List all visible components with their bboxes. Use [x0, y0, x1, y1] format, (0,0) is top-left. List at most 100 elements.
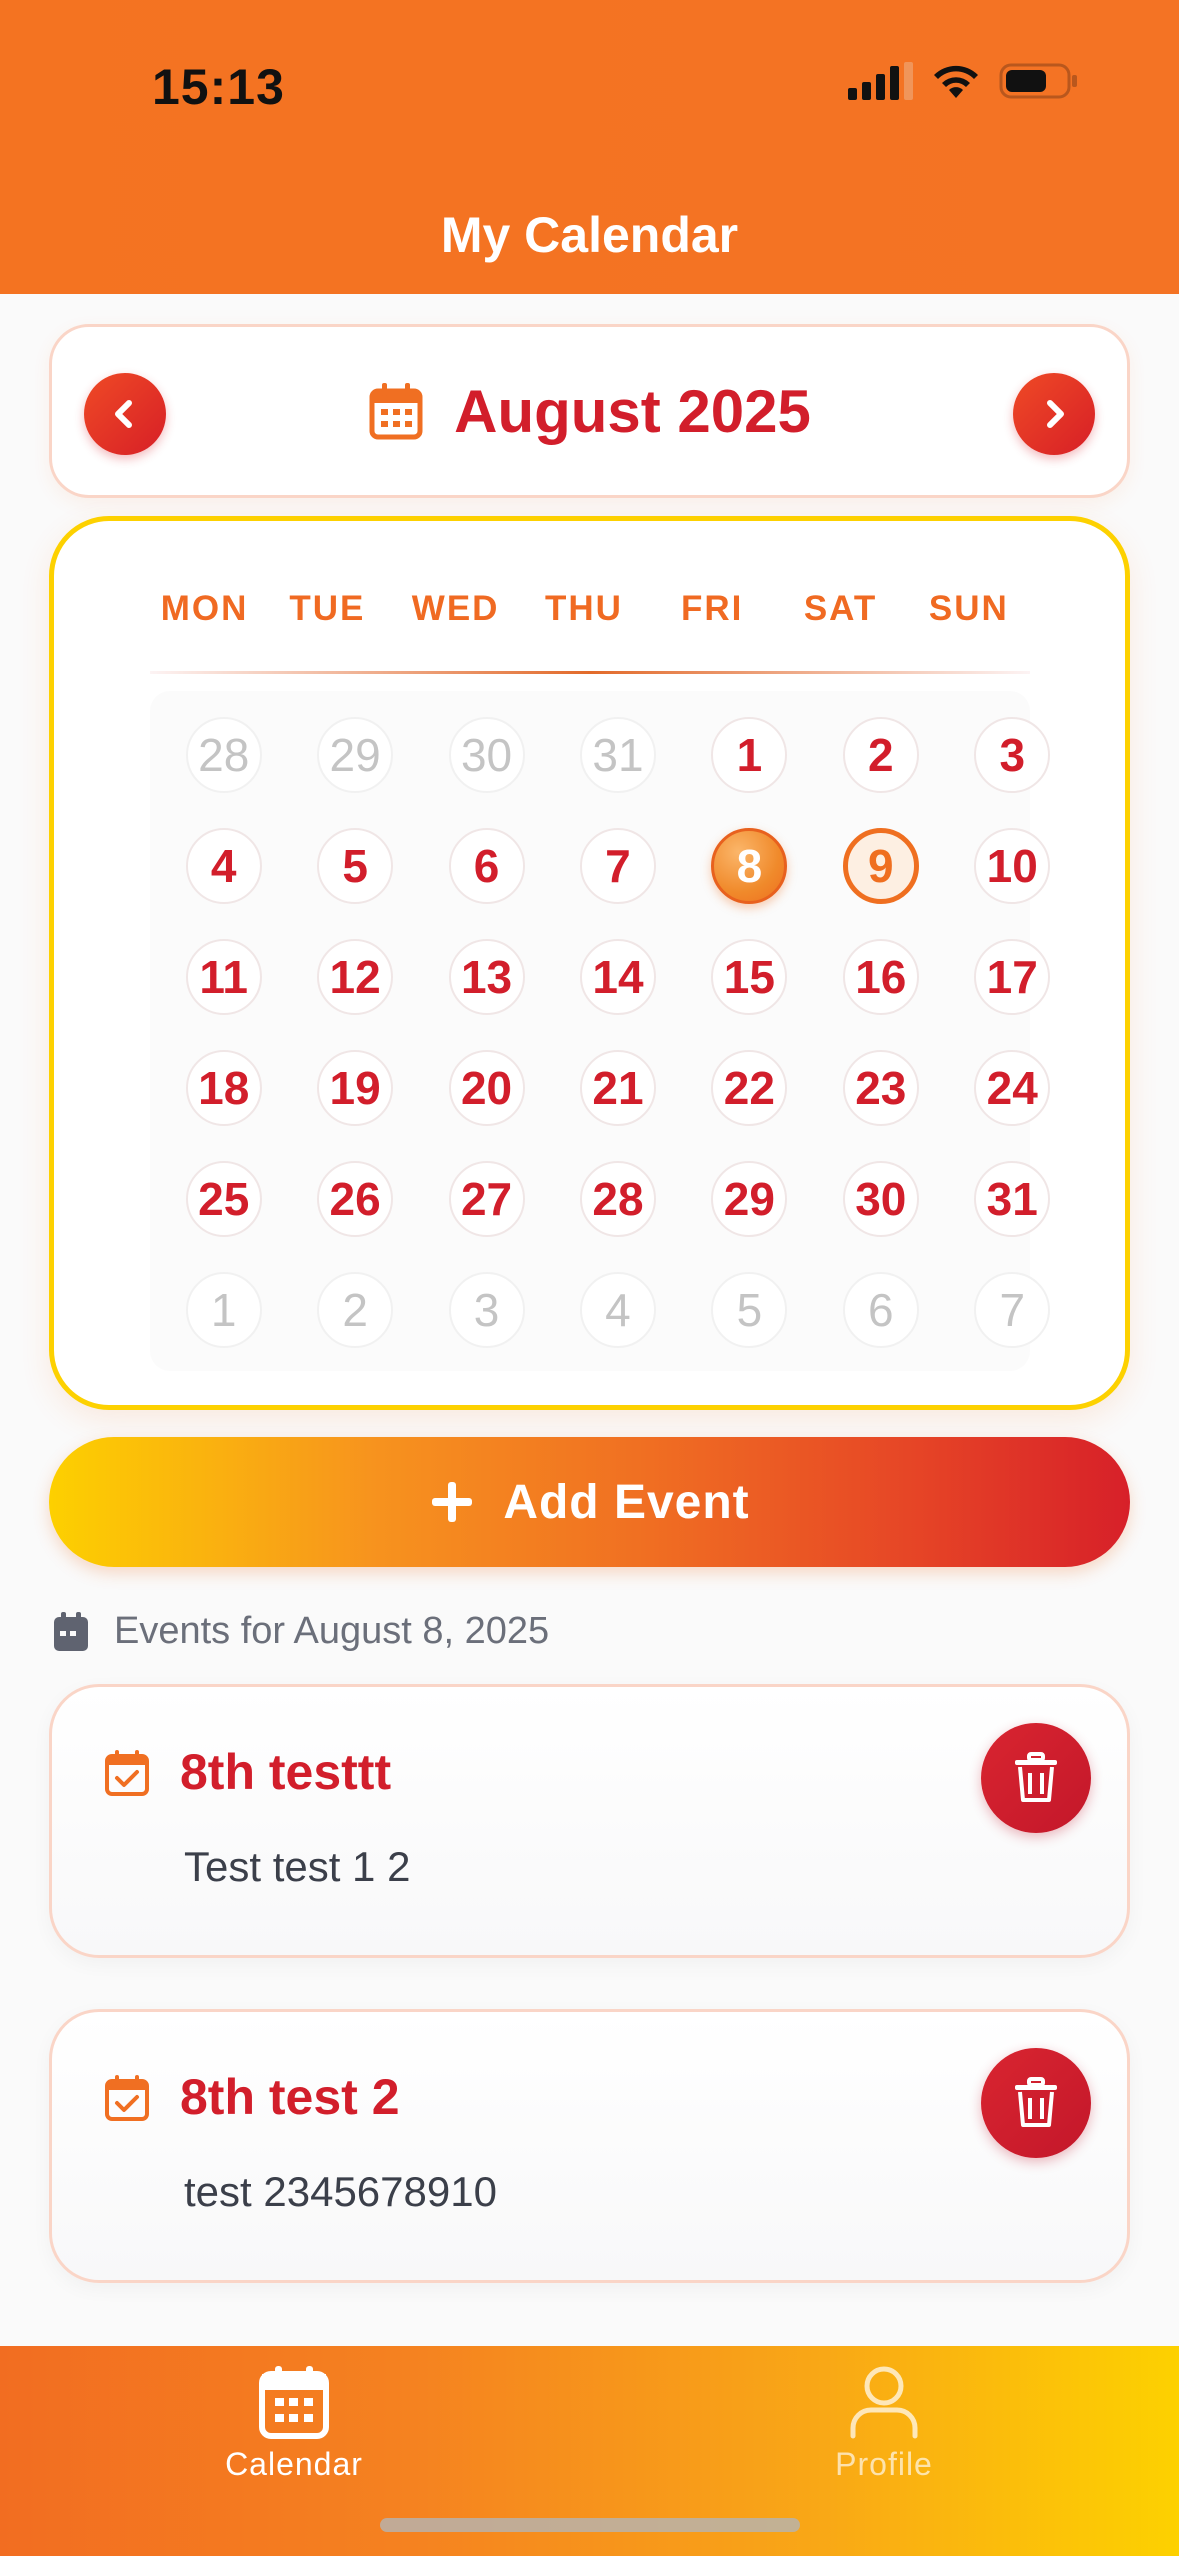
calendar-day-number: 31	[579, 717, 656, 793]
calendar-day-number: 1	[711, 717, 788, 793]
tab-profile[interactable]: Profile	[784, 2364, 984, 2494]
calendar-week-row: 11 12 13 14 15 16 17	[158, 939, 1078, 1050]
calendar-day-number: 3	[448, 1272, 525, 1348]
weekday-label: THU	[544, 589, 623, 628]
calendar-day-selected[interactable]: 8	[684, 828, 815, 939]
calendar-day[interactable]: 7	[552, 828, 683, 939]
add-event-label: Add Event	[503, 1475, 750, 1529]
calendar-day-number: 20	[448, 1050, 525, 1126]
calendar-day[interactable]: 27	[421, 1161, 552, 1272]
month-navigator: August 2025	[49, 324, 1130, 498]
calendar-week-row: 4 5 6 7 8 9 10	[158, 828, 1078, 939]
home-indicator	[380, 2518, 800, 2532]
calendar-day-number: 27	[448, 1161, 525, 1237]
add-event-button[interactable]: Add Event	[49, 1437, 1130, 1567]
events-heading-text: Events for August 8, 2025	[114, 1610, 550, 1652]
calendar-day[interactable]: 24	[947, 1050, 1078, 1161]
calendar-day[interactable]: 28	[158, 717, 289, 828]
status-time: 15:13	[152, 59, 285, 115]
calendar-day[interactable]: 30	[421, 717, 552, 828]
person-icon	[850, 2366, 918, 2439]
event-title: 8th testtt	[180, 1744, 392, 1800]
calendar-day-number: 6	[842, 1272, 919, 1348]
tab-label: Calendar	[225, 2446, 363, 2482]
calendar-day-number: 29	[711, 1161, 788, 1237]
calendar-day[interactable]: 6	[421, 828, 552, 939]
calendar-day[interactable]: 1	[158, 1272, 289, 1383]
delete-event-button[interactable]	[981, 1723, 1091, 1833]
calendar-day[interactable]: 10	[947, 828, 1078, 939]
calendar-day[interactable]: 11	[158, 939, 289, 1050]
calendar-day-number: 15	[711, 939, 788, 1015]
calendar-day-number: 10	[974, 828, 1051, 904]
calendar-check-icon	[105, 2075, 149, 2121]
calendar-day[interactable]: 7	[947, 1272, 1078, 1383]
weekday-label: FRI	[681, 589, 744, 628]
event-description: test 2345678910	[184, 2168, 497, 2215]
calendar-day-number: 30	[842, 1161, 919, 1237]
calendar-day-number: 4	[185, 828, 262, 904]
calendar-day[interactable]: 28	[552, 1161, 683, 1272]
calendar-day[interactable]: 5	[684, 1272, 815, 1383]
calendar-day[interactable]: 31	[552, 717, 683, 828]
calendar-day-number: 5	[317, 828, 394, 904]
calendar-day-number: 24	[974, 1050, 1051, 1126]
battery-icon	[999, 62, 1079, 100]
calendar-day-number: 22	[711, 1050, 788, 1126]
weekday-label: MON	[160, 589, 249, 628]
calendar-day[interactable]: 13	[421, 939, 552, 1050]
calendar-icon	[369, 383, 423, 440]
calendar-day-today[interactable]: 9	[815, 828, 946, 939]
calendar-day[interactable]: 15	[684, 939, 815, 1050]
calendar-day-number: 26	[317, 1161, 394, 1237]
event-card[interactable]: 8th testtt Test test 1 2	[49, 1684, 1130, 1958]
calendar-day[interactable]: 18	[158, 1050, 289, 1161]
next-month-button[interactable]	[1013, 373, 1095, 455]
calendar-day[interactable]: 17	[947, 939, 1078, 1050]
calendar-day-number: 19	[317, 1050, 394, 1126]
calendar-day[interactable]: 19	[289, 1050, 420, 1161]
delete-event-button[interactable]	[981, 2048, 1091, 2158]
event-card[interactable]: 8th test 2 test 2345678910	[49, 2009, 1130, 2283]
calendar-day[interactable]: 29	[289, 717, 420, 828]
calendar-day-number: 28	[579, 1161, 656, 1237]
calendar-day[interactable]: 29	[684, 1161, 815, 1272]
calendar-day-number: 6	[448, 828, 525, 904]
calendar-day[interactable]: 4	[552, 1272, 683, 1383]
calendar-day[interactable]: 23	[815, 1050, 946, 1161]
tab-calendar[interactable]: Calendar	[194, 2364, 394, 2494]
weekday-label: SUN	[928, 589, 1009, 628]
calendar-day[interactable]: 26	[289, 1161, 420, 1272]
calendar-day-number: 29	[317, 717, 394, 793]
calendar-day[interactable]: 2	[289, 1272, 420, 1383]
calendar-day[interactable]: 5	[289, 828, 420, 939]
calendar-day[interactable]: 6	[815, 1272, 946, 1383]
calendar-day[interactable]: 25	[158, 1161, 289, 1272]
calendar-day[interactable]: 22	[684, 1050, 815, 1161]
calendar-day-number: 30	[448, 717, 525, 793]
calendar-day[interactable]: 3	[421, 1272, 552, 1383]
calendar-day[interactable]: 14	[552, 939, 683, 1050]
calendar-day[interactable]: 31	[947, 1161, 1078, 1272]
calendar-day[interactable]: 21	[552, 1050, 683, 1161]
calendar-week-row: 1234567	[158, 1272, 1078, 1383]
calendar-day-number: 12	[317, 939, 394, 1015]
calendar-check-icon	[105, 1750, 149, 1796]
calendar-day[interactable]: 2	[815, 717, 946, 828]
page-title: My Calendar	[440, 207, 739, 263]
calendar-day[interactable]: 12	[289, 939, 420, 1050]
days-container: 28 29 30 31 1 2 3 4 5 6 7 8 9 10 11 12 13 14 15 16 17 18 19 20 2…	[158, 717, 1078, 1383]
calendar-day[interactable]: 4	[158, 828, 289, 939]
status-icons	[848, 62, 1079, 100]
calendar-day[interactable]: 30	[815, 1161, 946, 1272]
weekday-label: WED	[411, 589, 500, 628]
calendar-day[interactable]: 3	[947, 717, 1078, 828]
calendar-day[interactable]: 20	[421, 1050, 552, 1161]
calendar-week-row: 28 29 30 31 1 2 3	[158, 717, 1078, 828]
calendar-day[interactable]: 16	[815, 939, 946, 1050]
wifi-icon	[931, 62, 981, 100]
calendar-day-number: 23	[842, 1050, 919, 1126]
weekday-label: SAT	[803, 589, 878, 628]
calendar-day[interactable]: 1	[684, 717, 815, 828]
weekday-divider	[150, 671, 1030, 674]
